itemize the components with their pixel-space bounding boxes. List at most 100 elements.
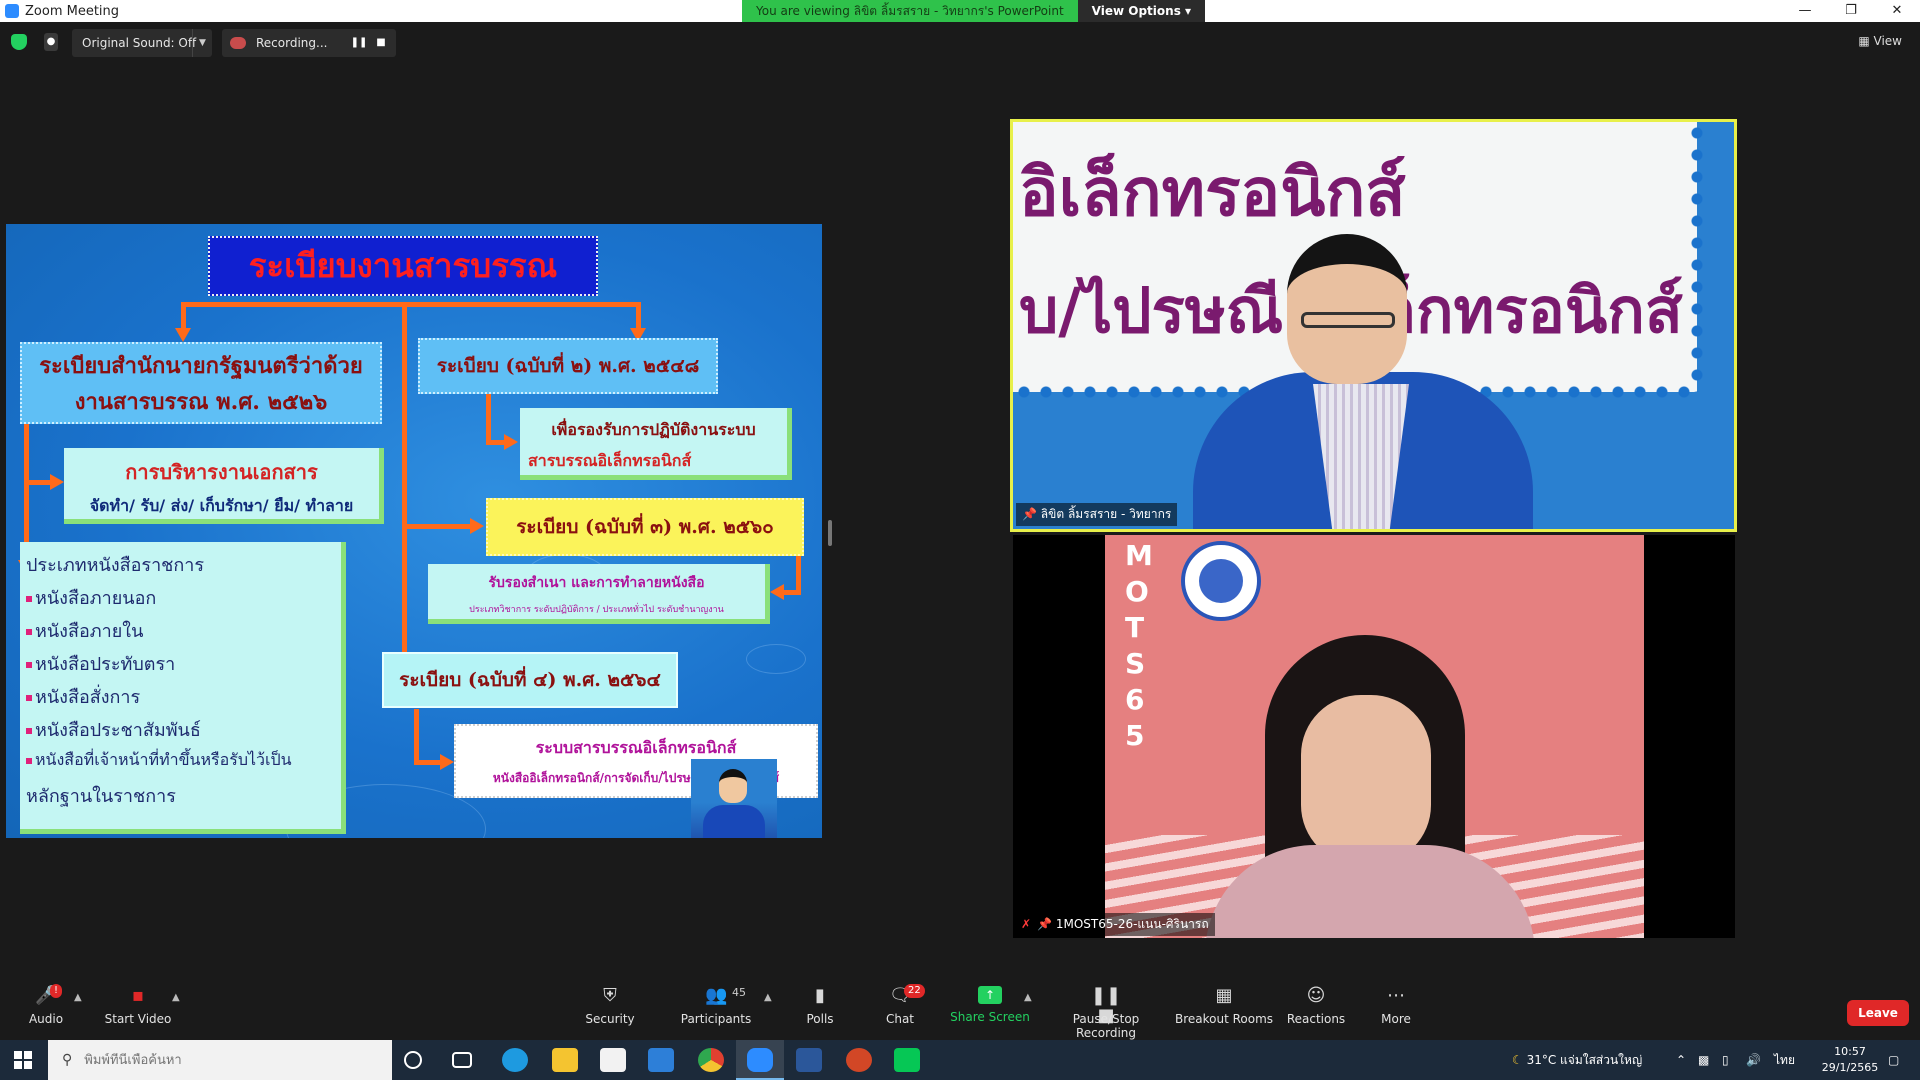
participant-backdrop: M O T S 6 5 xyxy=(1105,535,1644,938)
meeting-top-bar: ● Original Sound: Off ▼ Recording... ❚❚ … xyxy=(0,22,1920,62)
doc-admin-title: การบริหารงานเอกสาร xyxy=(125,460,318,484)
speaker-icon[interactable]: 🔊 xyxy=(1746,1040,1761,1080)
video-options-caret[interactable]: ▲ xyxy=(172,992,180,1003)
list-item: หนังสือภายใน xyxy=(26,616,143,645)
taskbar-clock[interactable]: 10:57 29/1/2565 xyxy=(1815,1044,1885,1076)
speaker-video-tile[interactable]: อิเล็กทรอนิกส์ บ/ไปรษณีย์อิเล็กทรอนิกส์ … xyxy=(1010,119,1737,532)
bullet-icon xyxy=(26,728,32,734)
list-item: หนังสือสั่งการ xyxy=(26,682,140,711)
more-label: More xyxy=(1381,1012,1411,1026)
bullet-icon xyxy=(26,596,32,602)
bullet-icon xyxy=(26,662,32,668)
regulation-v4-box: ระเบียบ (ฉบับที่ ๔) พ.ศ. ๒๕๖๔ xyxy=(382,652,678,708)
original-sound-button[interactable]: Original Sound: Off ▼ xyxy=(72,29,212,57)
leave-button[interactable]: Leave xyxy=(1847,1000,1909,1026)
moon-icon: ☾ xyxy=(1512,1053,1523,1067)
muted-mic-icon: ✗ xyxy=(1021,917,1032,931)
audio-warning-badge: ! xyxy=(50,984,63,998)
input-language[interactable]: ไทย xyxy=(1774,1040,1795,1080)
store-icon[interactable] xyxy=(600,1048,626,1072)
edge-icon[interactable] xyxy=(502,1048,528,1072)
share-screen-label: Share Screen xyxy=(950,1010,1030,1024)
regulation-v3-detail-box: รับรองสำเนา และการทำลายหนังสือ ประเภทวิช… xyxy=(428,564,770,624)
participants-count: 45 xyxy=(732,986,746,999)
connector-line xyxy=(796,554,801,594)
shared-slide[interactable]: ระเบียบงานสารบรรณ ระเบียบสำนักนายกรัฐมนต… xyxy=(6,224,822,838)
participants-button[interactable]: 👥 45 Participants xyxy=(676,986,756,1027)
zoom-icon[interactable] xyxy=(747,1048,773,1072)
network-icon[interactable]: ▩ xyxy=(1698,1040,1709,1080)
list-item: หนังสือภายนอก xyxy=(26,583,156,612)
arrow-right-icon xyxy=(470,518,484,534)
participants-options-caret[interactable]: ▲ xyxy=(764,992,772,1003)
recording-indicator: Recording... ❚❚ ■ xyxy=(222,29,396,57)
meeting-toolbar: 🎤 ! Audio ▲ ▪ Start Video ▲ ⛨ Security 👥… xyxy=(0,980,1920,1040)
line-app-icon[interactable] xyxy=(894,1048,920,1072)
notification-icon[interactable]: ▢ xyxy=(1888,1040,1899,1080)
audio-label: Audio xyxy=(28,1012,64,1026)
close-button[interactable]: ✕ xyxy=(1874,0,1920,22)
chat-button[interactable]: 🗨 22 Chat xyxy=(860,984,940,1026)
connector-line xyxy=(486,394,491,444)
taskbar-search-input[interactable] xyxy=(84,1052,345,1068)
seal-emblem xyxy=(1199,559,1243,603)
file-explorer-icon[interactable] xyxy=(552,1048,578,1072)
chevron-down-icon[interactable]: ▼ xyxy=(192,29,212,57)
breakout-rooms-button[interactable]: ▦ Breakout Rooms xyxy=(1174,986,1274,1027)
speaker-name-label: 📌 ลิขิต ลิ้มรสราย - วิทยากร xyxy=(1016,503,1178,526)
smiley-icon: ☺ xyxy=(1306,985,1326,1006)
powerpoint-icon[interactable] xyxy=(846,1048,872,1072)
weather-widget[interactable]: ☾ 31°C แจ่มใสส่วนใหญ่ xyxy=(1512,1040,1642,1080)
polls-label: Polls xyxy=(806,1012,834,1026)
bar-chart-icon: ▮ xyxy=(815,985,825,1006)
share-options-caret[interactable]: ▲ xyxy=(1024,992,1032,1003)
microphone-icon[interactable]: ● xyxy=(44,33,58,51)
backdrop-text-line1: อิเล็กทรอนิกส์ xyxy=(1019,153,1406,231)
arrow-right-icon xyxy=(50,474,64,490)
connector-line xyxy=(486,440,506,445)
view-button[interactable]: ▦ View xyxy=(1858,34,1902,48)
pause-stop-recording-button[interactable]: ❚❚ ■ Pause/Stop Recording xyxy=(1046,986,1166,1041)
security-button[interactable]: ⛨ Security xyxy=(570,986,650,1027)
restore-button[interactable]: ❐ xyxy=(1828,0,1874,22)
connector-line xyxy=(402,302,407,664)
reactions-button[interactable]: ☺ Reactions xyxy=(1276,985,1356,1027)
search-icon: ⚲ xyxy=(62,1052,73,1068)
taskbar-search-box[interactable]: ⚲ xyxy=(48,1040,392,1080)
resize-handle[interactable] xyxy=(828,520,832,546)
minimize-button[interactable]: — xyxy=(1782,0,1828,22)
pause-icon[interactable]: ❚❚ xyxy=(350,35,368,51)
clock-date: 29/1/2565 xyxy=(1821,1061,1879,1074)
backdrop-letter: M xyxy=(1125,539,1153,572)
mail-icon[interactable] xyxy=(648,1048,674,1072)
windows-start-icon[interactable] xyxy=(14,1051,32,1069)
pin-icon: 📌 xyxy=(1022,507,1037,521)
word-icon[interactable] xyxy=(796,1048,822,1072)
audio-options-caret[interactable]: ▲ xyxy=(74,992,82,1003)
shield-icon[interactable] xyxy=(11,34,27,50)
battery-icon[interactable]: ▯ xyxy=(1722,1040,1729,1080)
participant-video-tile[interactable]: M O T S 6 5 ✗ 📌 1MOST65-26-แนน-ศิรินารถ xyxy=(1013,535,1735,938)
recording-label: Recording... xyxy=(256,36,328,50)
start-video-button[interactable]: ▪ Start Video xyxy=(98,986,178,1027)
stamp-edge-decoration xyxy=(1689,122,1705,392)
participant-face xyxy=(1301,695,1431,865)
cortana-icon[interactable] xyxy=(404,1051,422,1069)
more-button[interactable]: ⋯ More xyxy=(1356,986,1436,1027)
ripple-decoration xyxy=(746,644,806,674)
participants-label: Participants xyxy=(680,1012,752,1026)
slide-title: ระเบียบงานสารบรรณ xyxy=(208,236,598,296)
tray-chevron-icon[interactable]: ⌃ xyxy=(1676,1040,1686,1080)
list-item: หนังสือประชาสัมพันธ์ xyxy=(26,715,201,744)
weather-text: 31°C แจ่มใสส่วนใหญ่ xyxy=(1526,1053,1643,1067)
grid-icon: ▦ xyxy=(1858,34,1870,48)
task-view-icon[interactable] xyxy=(452,1052,472,1068)
chat-label: Chat xyxy=(885,1012,915,1026)
share-screen-button[interactable]: ↑ Share Screen xyxy=(950,986,1030,1024)
view-options-button[interactable]: View Options ▾ xyxy=(1077,0,1206,22)
connector-line xyxy=(402,524,472,529)
stop-icon[interactable]: ■ xyxy=(372,35,390,51)
polls-button[interactable]: ▮ Polls xyxy=(780,985,860,1027)
list-item: หนังสือที่เจ้าหน้าที่ทำขึ้นหรือรับไว้เป็… xyxy=(26,748,292,773)
chrome-icon[interactable] xyxy=(698,1048,724,1072)
